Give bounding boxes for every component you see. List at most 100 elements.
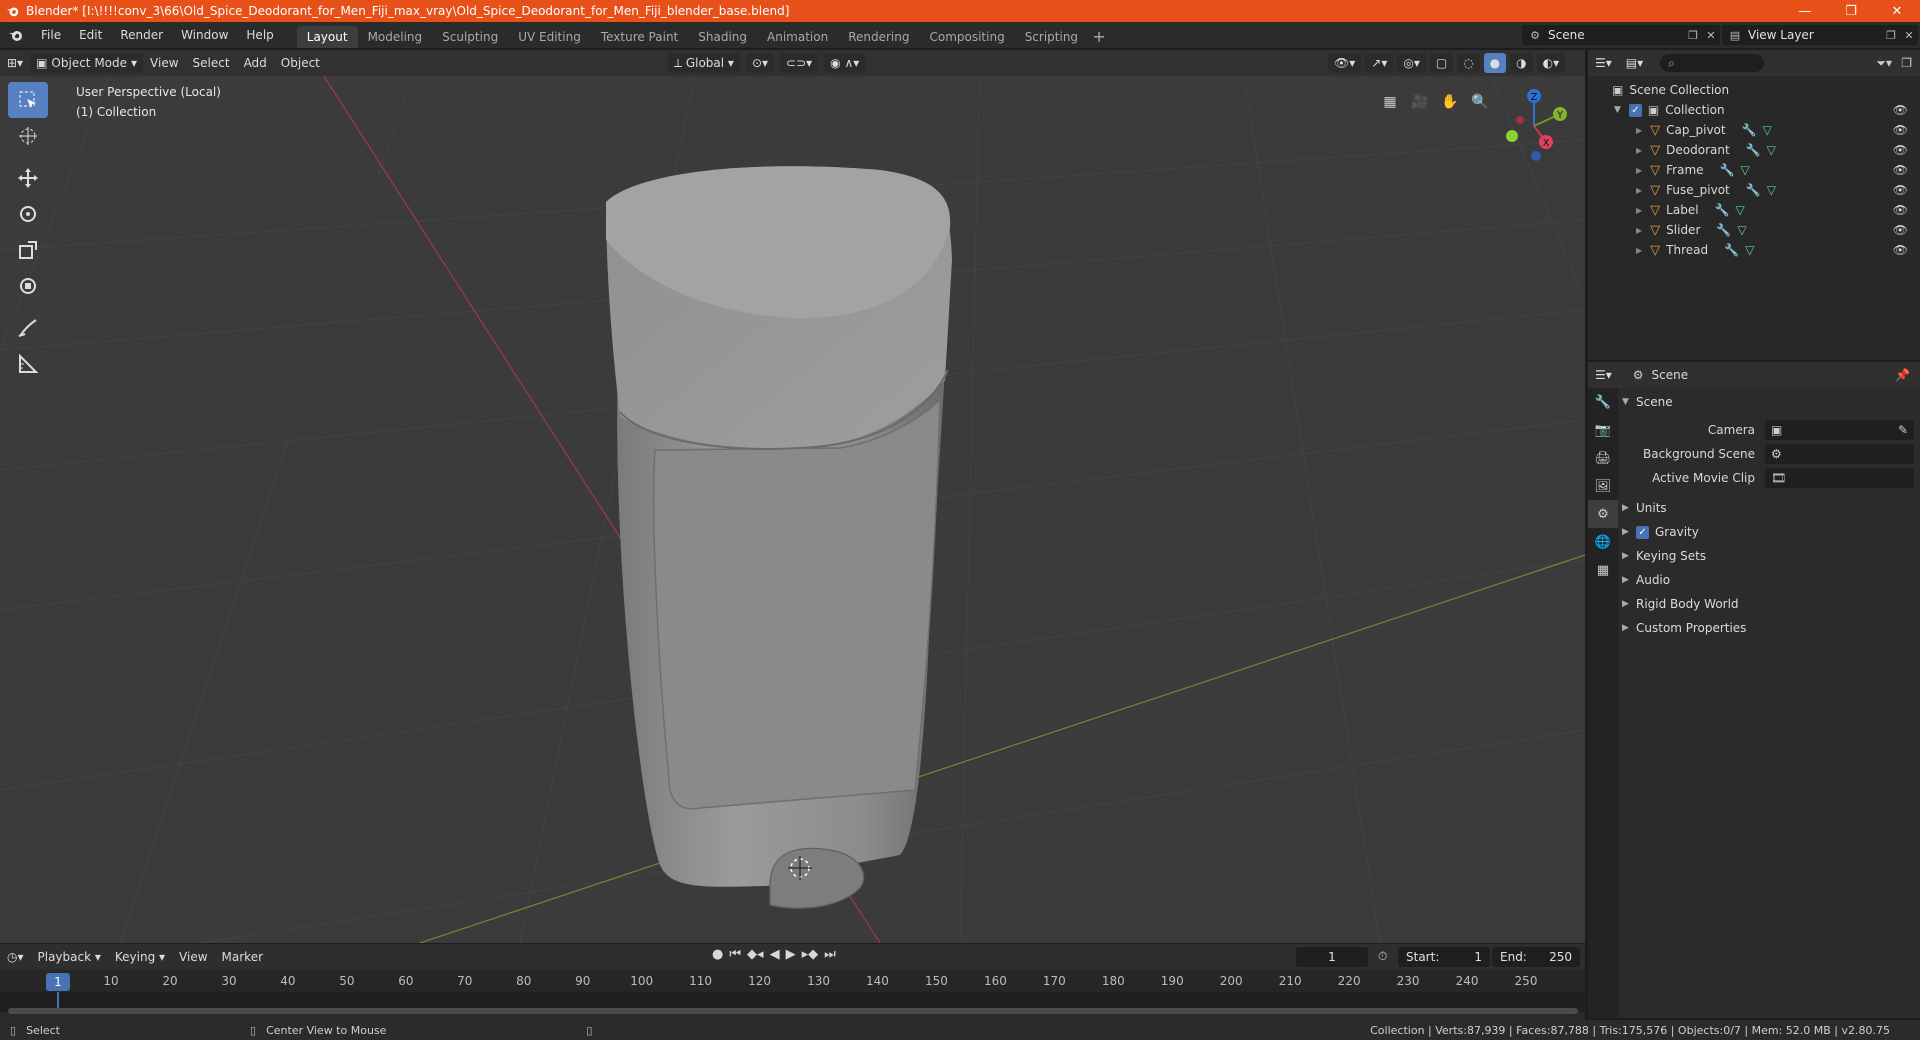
material-shading-icon[interactable]: ◑ xyxy=(1510,53,1533,73)
timeline-scrollbar[interactable] xyxy=(8,1008,1578,1014)
menu-keying[interactable]: Keying ▾ xyxy=(108,947,172,967)
deodorant-model[interactable] xyxy=(606,166,952,909)
transform-orientation[interactable]: ⟂ Global ▾ xyxy=(668,53,740,73)
tab-shading[interactable]: Shading xyxy=(688,26,757,48)
menu-edit[interactable]: Edit xyxy=(70,25,111,45)
cursor-tool-icon[interactable] xyxy=(8,118,48,154)
texture-tab-icon[interactable]: ▦ xyxy=(1588,556,1618,584)
stopwatch-icon[interactable]: ⏱ xyxy=(1378,949,1387,964)
visibility-eye-icon[interactable]: 👁 xyxy=(1893,223,1908,237)
rotate-tool-icon[interactable] xyxy=(8,196,48,232)
modifier-wrench-icon[interactable]: 🔧 xyxy=(1716,223,1731,237)
camera-view-icon[interactable]: 🎥 xyxy=(1408,90,1432,114)
add-workspace-button[interactable]: + xyxy=(1088,26,1110,48)
tab-texture-paint[interactable]: Texture Paint xyxy=(591,26,688,48)
outliner-collection[interactable]: ▼ ✓ ▣ Collection 👁 xyxy=(1588,100,1920,120)
next-keyframe-icon[interactable]: ▸◆ xyxy=(802,947,819,962)
menu-view[interactable]: View xyxy=(143,53,185,73)
minimize-button[interactable]: — xyxy=(1782,0,1828,22)
mesh-data-icon[interactable]: ▽ xyxy=(1735,203,1744,217)
keying-sets-panel[interactable]: ▶ Keying Sets xyxy=(1622,544,1914,568)
outliner-search-input[interactable]: ⌕ xyxy=(1660,54,1765,72)
view-layer-tab-icon[interactable]: 🖼 xyxy=(1588,472,1618,500)
outliner-object-thread[interactable]: ▶ ▽ Thread 🔧 ▽ 👁 xyxy=(1588,240,1920,260)
pivot-point-icon[interactable]: ⊙▾ xyxy=(745,53,775,73)
visibility-eye-icon[interactable]: 👁 xyxy=(1893,243,1908,257)
timeline-editor-type-icon[interactable]: ◷▾ xyxy=(0,947,31,967)
menu-window[interactable]: Window xyxy=(172,25,237,45)
world-tab-icon[interactable]: 🌐 xyxy=(1588,528,1618,556)
scene-tab-icon[interactable]: ⚙ xyxy=(1588,500,1618,528)
play-icon[interactable]: ▶ xyxy=(786,947,796,962)
menu-render[interactable]: Render xyxy=(111,25,172,45)
visibility-eye-icon[interactable]: 👁 xyxy=(1893,143,1908,157)
menu-playback[interactable]: Playback ▾ xyxy=(31,947,108,967)
ortho-toggle-icon[interactable]: ▦ xyxy=(1378,90,1402,114)
collapse-icon[interactable]: ▼ xyxy=(1614,105,1621,115)
navigation-gizmo[interactable]: Z Y X xyxy=(1490,84,1570,164)
new-collection-icon[interactable]: ❐ xyxy=(1901,56,1912,70)
custom-properties-panel[interactable]: ▶ Custom Properties xyxy=(1622,616,1914,640)
output-tab-icon[interactable]: 🖨 xyxy=(1588,444,1618,472)
mesh-data-icon[interactable]: ▽ xyxy=(1767,143,1776,157)
gizmo-toggle-icon[interactable]: ↗▾ xyxy=(1365,53,1394,73)
end-frame-field[interactable]: End: 250 xyxy=(1492,947,1580,967)
tab-layout[interactable]: Layout xyxy=(296,26,358,48)
delete-view-layer-icon[interactable]: ✕ xyxy=(1900,29,1918,42)
menu-select[interactable]: Select xyxy=(186,53,237,73)
jump-end-icon[interactable]: ⏭ xyxy=(824,947,836,962)
visibility-eye-icon[interactable]: 👁 xyxy=(1893,203,1908,217)
tab-animation[interactable]: Animation xyxy=(757,26,838,48)
proportional-edit-icon[interactable]: ◉ ∧▾ xyxy=(824,53,866,73)
expand-arrow-icon[interactable]: ▶ xyxy=(1636,186,1642,195)
modifier-wrench-icon[interactable]: 🔧 xyxy=(1746,183,1761,197)
play-reverse-icon[interactable]: ◀ xyxy=(770,947,780,962)
filter-icon[interactable]: ⏷▾ xyxy=(1876,56,1892,71)
pan-hand-icon[interactable]: ✋ xyxy=(1438,90,1462,114)
scale-tool-icon[interactable] xyxy=(8,232,48,268)
pin-icon[interactable]: 📌 xyxy=(1895,368,1910,382)
modifier-wrench-icon[interactable]: 🔧 xyxy=(1724,243,1739,257)
outliner-object-cap-pivot[interactable]: ▶ ▽ Cap_pivot 🔧 ▽ 👁 xyxy=(1588,120,1920,140)
3d-viewport[interactable]: ⊞▾ ▣ Object Mode ▾ View Select Add Objec… xyxy=(0,50,1585,943)
measure-tool-icon[interactable] xyxy=(8,346,48,382)
transform-tool-icon[interactable] xyxy=(8,268,48,304)
mesh-data-icon[interactable]: ▽ xyxy=(1767,183,1776,197)
snap-icon[interactable]: ⊂⊃▾ xyxy=(780,53,819,73)
tab-compositing[interactable]: Compositing xyxy=(919,26,1014,48)
render-tab-icon[interactable]: 📷 xyxy=(1588,416,1618,444)
new-scene-icon[interactable]: ❐ xyxy=(1684,29,1702,42)
modifier-wrench-icon[interactable]: 🔧 xyxy=(1720,163,1735,177)
scene-selector[interactable]: ⚙ Scene ❐ ✕ xyxy=(1522,25,1720,45)
view-layer-selector[interactable]: ▤ View Layer ❐ ✕ xyxy=(1722,25,1918,45)
expand-arrow-icon[interactable]: ▶ xyxy=(1636,166,1642,175)
expand-arrow-icon[interactable]: ▶ xyxy=(1636,246,1642,255)
menu-marker[interactable]: Marker xyxy=(215,947,270,967)
record-icon[interactable]: ● xyxy=(712,947,723,962)
move-tool-icon[interactable] xyxy=(8,160,48,196)
select-box-tool-icon[interactable] xyxy=(8,82,48,118)
blender-menu-icon[interactable] xyxy=(8,27,24,43)
close-button[interactable]: ✕ xyxy=(1874,0,1920,22)
jump-start-icon[interactable]: ⏮ xyxy=(729,947,741,962)
wireframe-shading-icon[interactable]: ◌ xyxy=(1457,53,1480,73)
outliner-scene-collection[interactable]: ▣ Scene Collection xyxy=(1588,80,1920,100)
new-view-layer-icon[interactable]: ❐ xyxy=(1882,29,1900,42)
menu-object[interactable]: Object xyxy=(274,53,327,73)
solid-shading-icon[interactable]: ● xyxy=(1483,53,1507,73)
visibility-eye-icon[interactable]: 👁 xyxy=(1893,123,1908,137)
collection-checkbox[interactable]: ✓ xyxy=(1628,103,1642,117)
expand-arrow-icon[interactable]: ▶ xyxy=(1636,146,1642,155)
modifier-wrench-icon[interactable]: 🔧 xyxy=(1715,203,1730,217)
menu-help[interactable]: Help xyxy=(237,25,282,45)
prev-keyframe-icon[interactable]: ◆◂ xyxy=(747,947,764,962)
zoom-icon[interactable]: 🔍 xyxy=(1468,90,1492,114)
start-frame-field[interactable]: Start: 1 xyxy=(1398,947,1490,967)
eyedropper-icon[interactable]: ✎ xyxy=(1898,423,1908,437)
mesh-data-icon[interactable]: ▽ xyxy=(1741,163,1750,177)
visibility-icon[interactable]: 👁▾ xyxy=(1328,53,1362,73)
restore-button[interactable]: ❐ xyxy=(1828,0,1874,22)
overlay-toggle-icon[interactable]: ◎▾ xyxy=(1397,53,1426,73)
menu-file[interactable]: File xyxy=(32,25,70,45)
active-movie-clip-field[interactable]: 🎞 xyxy=(1765,468,1914,488)
